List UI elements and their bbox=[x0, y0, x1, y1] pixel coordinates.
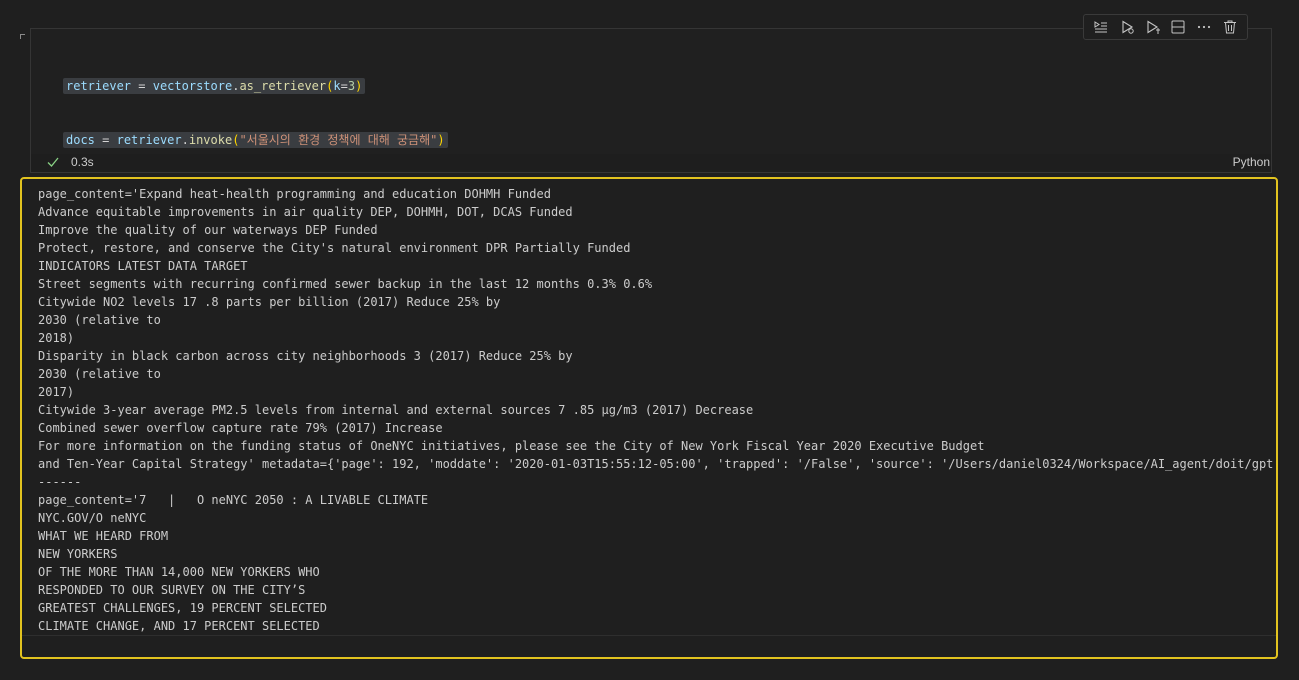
run-below-icon bbox=[1147, 20, 1160, 34]
code-token: . bbox=[181, 133, 189, 147]
output-line: Protect, restore, and conserve the City'… bbox=[38, 241, 631, 255]
output-line: RESPONDED TO OUR SURVEY ON THE CITY’S bbox=[38, 583, 306, 597]
output-line: WHAT WE HEARD FROM bbox=[38, 529, 169, 543]
language-picker[interactable]: Python bbox=[1233, 155, 1270, 169]
output-line: Disparity in black carbon across city ne… bbox=[38, 349, 573, 363]
output-line: 2018) bbox=[38, 331, 75, 345]
code-token: 3 bbox=[347, 79, 356, 93]
output-line: NEW YORKERS bbox=[38, 547, 118, 561]
output-line: Combined sewer overflow capture rate 79%… bbox=[38, 421, 443, 435]
run-below-button[interactable] bbox=[1143, 17, 1163, 37]
output-line: GREATEST CHALLENGES, 19 PERCENT SELECTED bbox=[38, 601, 327, 615]
output-line: ------ bbox=[38, 475, 82, 489]
execute-above-icon bbox=[1094, 21, 1107, 33]
code-token: = bbox=[340, 79, 348, 93]
more-actions-button[interactable] bbox=[1194, 17, 1214, 37]
output-line: page_content='7 | O neNYC 2050 : A LIVAB… bbox=[38, 493, 429, 507]
run-cell-button[interactable] bbox=[1117, 17, 1137, 37]
split-cell-icon bbox=[1171, 20, 1185, 34]
code-cell[interactable]: retriever = vectorstore.as_retriever(k=3… bbox=[30, 28, 1272, 364]
code-editor[interactable]: retriever = vectorstore.as_retriever(k=3… bbox=[31, 29, 1271, 364]
notebook-page: retriever = vectorstore.as_retriever(k=3… bbox=[0, 0, 1299, 680]
code-token: as_retriever bbox=[239, 79, 327, 93]
run-cell-icon bbox=[1122, 20, 1134, 34]
cell-collapse-indicator[interactable] bbox=[20, 34, 25, 39]
code-token: vectorstore bbox=[152, 79, 233, 93]
output-line: page_content='Expand heat-health program… bbox=[38, 187, 551, 201]
output-divider bbox=[22, 635, 1276, 636]
code-line-2: docs = retriever.invoke("서울시의 환경 정책에 대해 … bbox=[63, 131, 448, 149]
output-scroll-area[interactable]: page_content='Expand heat-health program… bbox=[22, 179, 1276, 635]
code-token: invoke bbox=[188, 133, 233, 147]
output-line: Advance equitable improvements in air qu… bbox=[38, 205, 573, 219]
more-icon bbox=[1198, 25, 1211, 29]
output-text: page_content='Expand heat-health program… bbox=[38, 185, 1273, 635]
code-token: retriever bbox=[116, 133, 182, 147]
code-token: retriever bbox=[66, 79, 132, 93]
output-line: Improve the quality of our waterways DEP… bbox=[38, 223, 378, 237]
code-token: = bbox=[94, 133, 117, 147]
code-token: = bbox=[131, 79, 153, 93]
execute-above-button[interactable] bbox=[1091, 17, 1111, 37]
cell-output[interactable]: page_content='Expand heat-health program… bbox=[20, 177, 1278, 659]
output-line: Street segments with recurring confirmed… bbox=[38, 277, 653, 291]
output-line: CLIMATE CHANGE, AND 17 PERCENT SELECTED bbox=[38, 619, 320, 633]
code-token: docs bbox=[66, 133, 95, 147]
output-line: NYC.GOV/O neNYC bbox=[38, 511, 147, 525]
execution-time: 0.3s bbox=[71, 155, 94, 169]
code-token: ) bbox=[355, 79, 363, 93]
cell-toolbar bbox=[1083, 14, 1248, 40]
code-line-1: retriever = vectorstore.as_retriever(k=3… bbox=[63, 77, 448, 95]
cell-status-bar: 0.3s Python bbox=[30, 153, 1272, 171]
output-line: Citywide 3-year average PM2.5 levels fro… bbox=[38, 403, 754, 417]
output-line: Citywide NO2 levels 17 .8 parts per bill… bbox=[38, 295, 501, 309]
output-line: For more information on the funding stat… bbox=[38, 439, 985, 453]
check-icon bbox=[47, 157, 59, 167]
output-line: 2017) bbox=[38, 385, 75, 399]
output-line: INDICATORS LATEST DATA TARGET bbox=[38, 259, 248, 273]
code-token: k bbox=[333, 79, 341, 93]
output-line: OF THE MORE THAN 14,000 NEW YORKERS WHO bbox=[38, 565, 320, 579]
output-line: 2030 (relative to bbox=[38, 313, 161, 327]
delete-cell-button[interactable] bbox=[1220, 17, 1240, 37]
output-line: and Ten-Year Capital Strategy' metadata=… bbox=[38, 457, 1274, 471]
code-token: ) bbox=[437, 133, 445, 147]
delete-icon bbox=[1224, 20, 1237, 34]
code-token: "서울시의 환경 정책에 대해 궁금해" bbox=[239, 133, 438, 147]
split-cell-button[interactable] bbox=[1168, 17, 1188, 37]
output-line: 2030 (relative to bbox=[38, 367, 161, 381]
